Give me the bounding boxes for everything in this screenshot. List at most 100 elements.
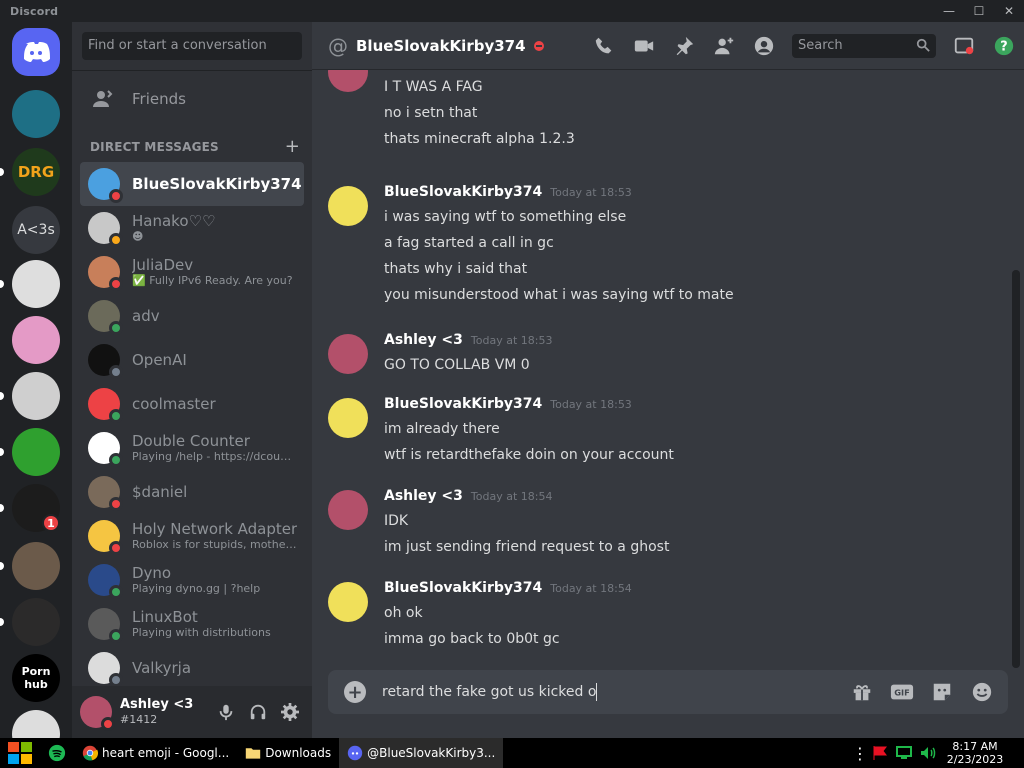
- message-author[interactable]: BlueSlovakKirby374: [384, 396, 542, 412]
- header-search-input[interactable]: Search: [792, 34, 936, 58]
- message-text: you misunderstood what i was saying wtf …: [384, 287, 734, 303]
- unread-indicator: [0, 280, 4, 288]
- inbox-icon[interactable]: [944, 35, 984, 57]
- discord-logo-icon: [24, 42, 50, 62]
- dm-item[interactable]: Dyno Playing dyno.gg | ?help: [80, 558, 304, 602]
- avatar[interactable]: [328, 334, 368, 374]
- server-a3s-label: A<3s: [17, 222, 55, 238]
- dm-item[interactable]: Double Counter Playing /help - https://dc…: [80, 426, 304, 470]
- status-dnd-icon: [533, 40, 544, 51]
- taskbar-chrome[interactable]: heart emoji - Googl...: [74, 738, 237, 768]
- status-dnd-icon: [109, 277, 123, 291]
- video-call-icon[interactable]: [624, 35, 664, 57]
- avatar[interactable]: [328, 398, 368, 438]
- taskbar-discord-label: @BlueSlovakKirby3...: [367, 746, 496, 760]
- windows-logo-icon: [8, 742, 32, 764]
- avatar: [88, 256, 123, 291]
- dm-item[interactable]: OpenAI: [80, 338, 304, 382]
- dm-name: Holy Network Adapter: [132, 520, 298, 538]
- clock[interactable]: 8:17 AM 2/23/2023: [940, 740, 1010, 766]
- dm-item[interactable]: LinuxBot Playing with distributions: [80, 602, 304, 646]
- create-dm-button[interactable]: +: [285, 136, 300, 157]
- dm-name: Hanako♡♡: [132, 212, 216, 230]
- taskbar-explorer[interactable]: Downloads: [237, 738, 339, 768]
- settings-gear-icon[interactable]: [274, 696, 306, 728]
- headphones-icon[interactable]: [242, 696, 274, 728]
- voice-call-icon[interactable]: [584, 35, 624, 57]
- dm-name: OpenAI: [132, 351, 187, 369]
- scrollbar-thumb[interactable]: [1012, 270, 1020, 668]
- chat-title: BlueSlovakKirby374: [356, 36, 526, 55]
- avatar[interactable]: [328, 582, 368, 622]
- dm-item[interactable]: $daniel: [80, 470, 304, 514]
- message-text: oh ok: [384, 605, 423, 621]
- avatar[interactable]: [328, 70, 368, 92]
- status-online-icon: [109, 629, 123, 643]
- server-ph[interactable]: Porn hub: [12, 654, 60, 702]
- server-popgallery[interactable]: [12, 316, 60, 364]
- message-text: im already there: [384, 421, 500, 437]
- dm-item[interactable]: Hanako♡♡ ☻: [80, 206, 304, 250]
- find-conversation-input[interactable]: Find or start a conversation: [82, 32, 302, 60]
- message-author[interactable]: BlueSlovakKirby374: [384, 184, 542, 200]
- tray-overflow-icon[interactable]: ⋮: [852, 744, 868, 763]
- dm-item[interactable]: BlueSlovakKirby374: [80, 162, 304, 206]
- dm-item[interactable]: JuliaDev ✅ Fully IPv6 Ready. Are you?: [80, 250, 304, 294]
- help-icon[interactable]: ?: [984, 35, 1024, 57]
- sticker-icon[interactable]: [922, 681, 962, 703]
- scrollbar[interactable]: [1012, 270, 1020, 668]
- avatar[interactable]: [80, 696, 115, 731]
- dm-item[interactable]: Holy Network Adapter Roblox is for stupid…: [80, 514, 304, 558]
- maximize-button[interactable]: ☐: [964, 0, 994, 22]
- dm-item[interactable]: adv: [80, 294, 304, 338]
- message-author[interactable]: Ashley <3: [384, 488, 463, 504]
- avatar[interactable]: [328, 186, 368, 226]
- dm-name: $daniel: [132, 483, 188, 501]
- user-profile-icon[interactable]: [744, 35, 784, 57]
- message-input[interactable]: retard the fake got us kicked o: [382, 683, 598, 701]
- user-panel: Ashley <3 #1412: [72, 686, 312, 738]
- dm-item[interactable]: coolmaster: [80, 382, 304, 426]
- system-tray: ⋮ 8:17 AM 2/23/2023: [852, 738, 1024, 768]
- server-home[interactable]: [12, 28, 60, 76]
- dm-name: Valkyrja: [132, 659, 192, 677]
- add-friends-to-dm-icon[interactable]: [704, 35, 744, 57]
- message-author[interactable]: Ashley <3: [384, 332, 463, 348]
- friends-icon: [88, 83, 120, 115]
- close-button[interactable]: ✕: [994, 0, 1024, 22]
- avatar: [88, 300, 123, 335]
- server-penguin[interactable]: [12, 710, 60, 738]
- avatar: [88, 344, 123, 379]
- gift-icon[interactable]: [842, 681, 882, 703]
- server-drg[interactable]: DRG: [12, 148, 60, 196]
- server-diamond[interactable]: [12, 90, 60, 138]
- server-sans[interactable]: [12, 372, 60, 420]
- search-icon: [916, 38, 930, 56]
- dm-name: coolmaster: [132, 395, 216, 413]
- unread-indicator: [0, 392, 4, 400]
- dm-item[interactable]: Valkyrja: [80, 646, 304, 690]
- server-troll[interactable]: [12, 260, 60, 308]
- gif-icon[interactable]: GIF: [882, 681, 922, 703]
- dm-name: JuliaDev: [132, 256, 194, 274]
- pinned-messages-icon[interactable]: [664, 35, 704, 57]
- microphone-icon[interactable]: [210, 696, 242, 728]
- server-dog[interactable]: [12, 542, 60, 590]
- dm-status-text: Playing with distributions: [132, 626, 271, 639]
- minimize-button[interactable]: —: [934, 0, 964, 22]
- message-author[interactable]: BlueSlovakKirby374: [384, 580, 542, 596]
- server-ls[interactable]: [12, 598, 60, 646]
- friends-button[interactable]: Friends: [80, 78, 304, 120]
- unread-badge: 1: [42, 514, 60, 532]
- folder-icon: [246, 748, 261, 759]
- upload-plus-icon[interactable]: +: [344, 681, 366, 703]
- taskbar-discord[interactable]: @BlueSlovakKirby3...: [339, 738, 504, 768]
- taskbar-spotify[interactable]: [40, 738, 74, 768]
- message-composer[interactable]: + retard the fake got us kicked o GIF: [328, 670, 1008, 714]
- avatar[interactable]: [328, 490, 368, 530]
- server-a3s[interactable]: A<3s: [12, 206, 60, 254]
- server-green-troll[interactable]: [12, 428, 60, 476]
- start-button[interactable]: [0, 738, 40, 768]
- emoji-icon[interactable]: [962, 681, 1002, 703]
- unread-indicator: [0, 168, 4, 176]
